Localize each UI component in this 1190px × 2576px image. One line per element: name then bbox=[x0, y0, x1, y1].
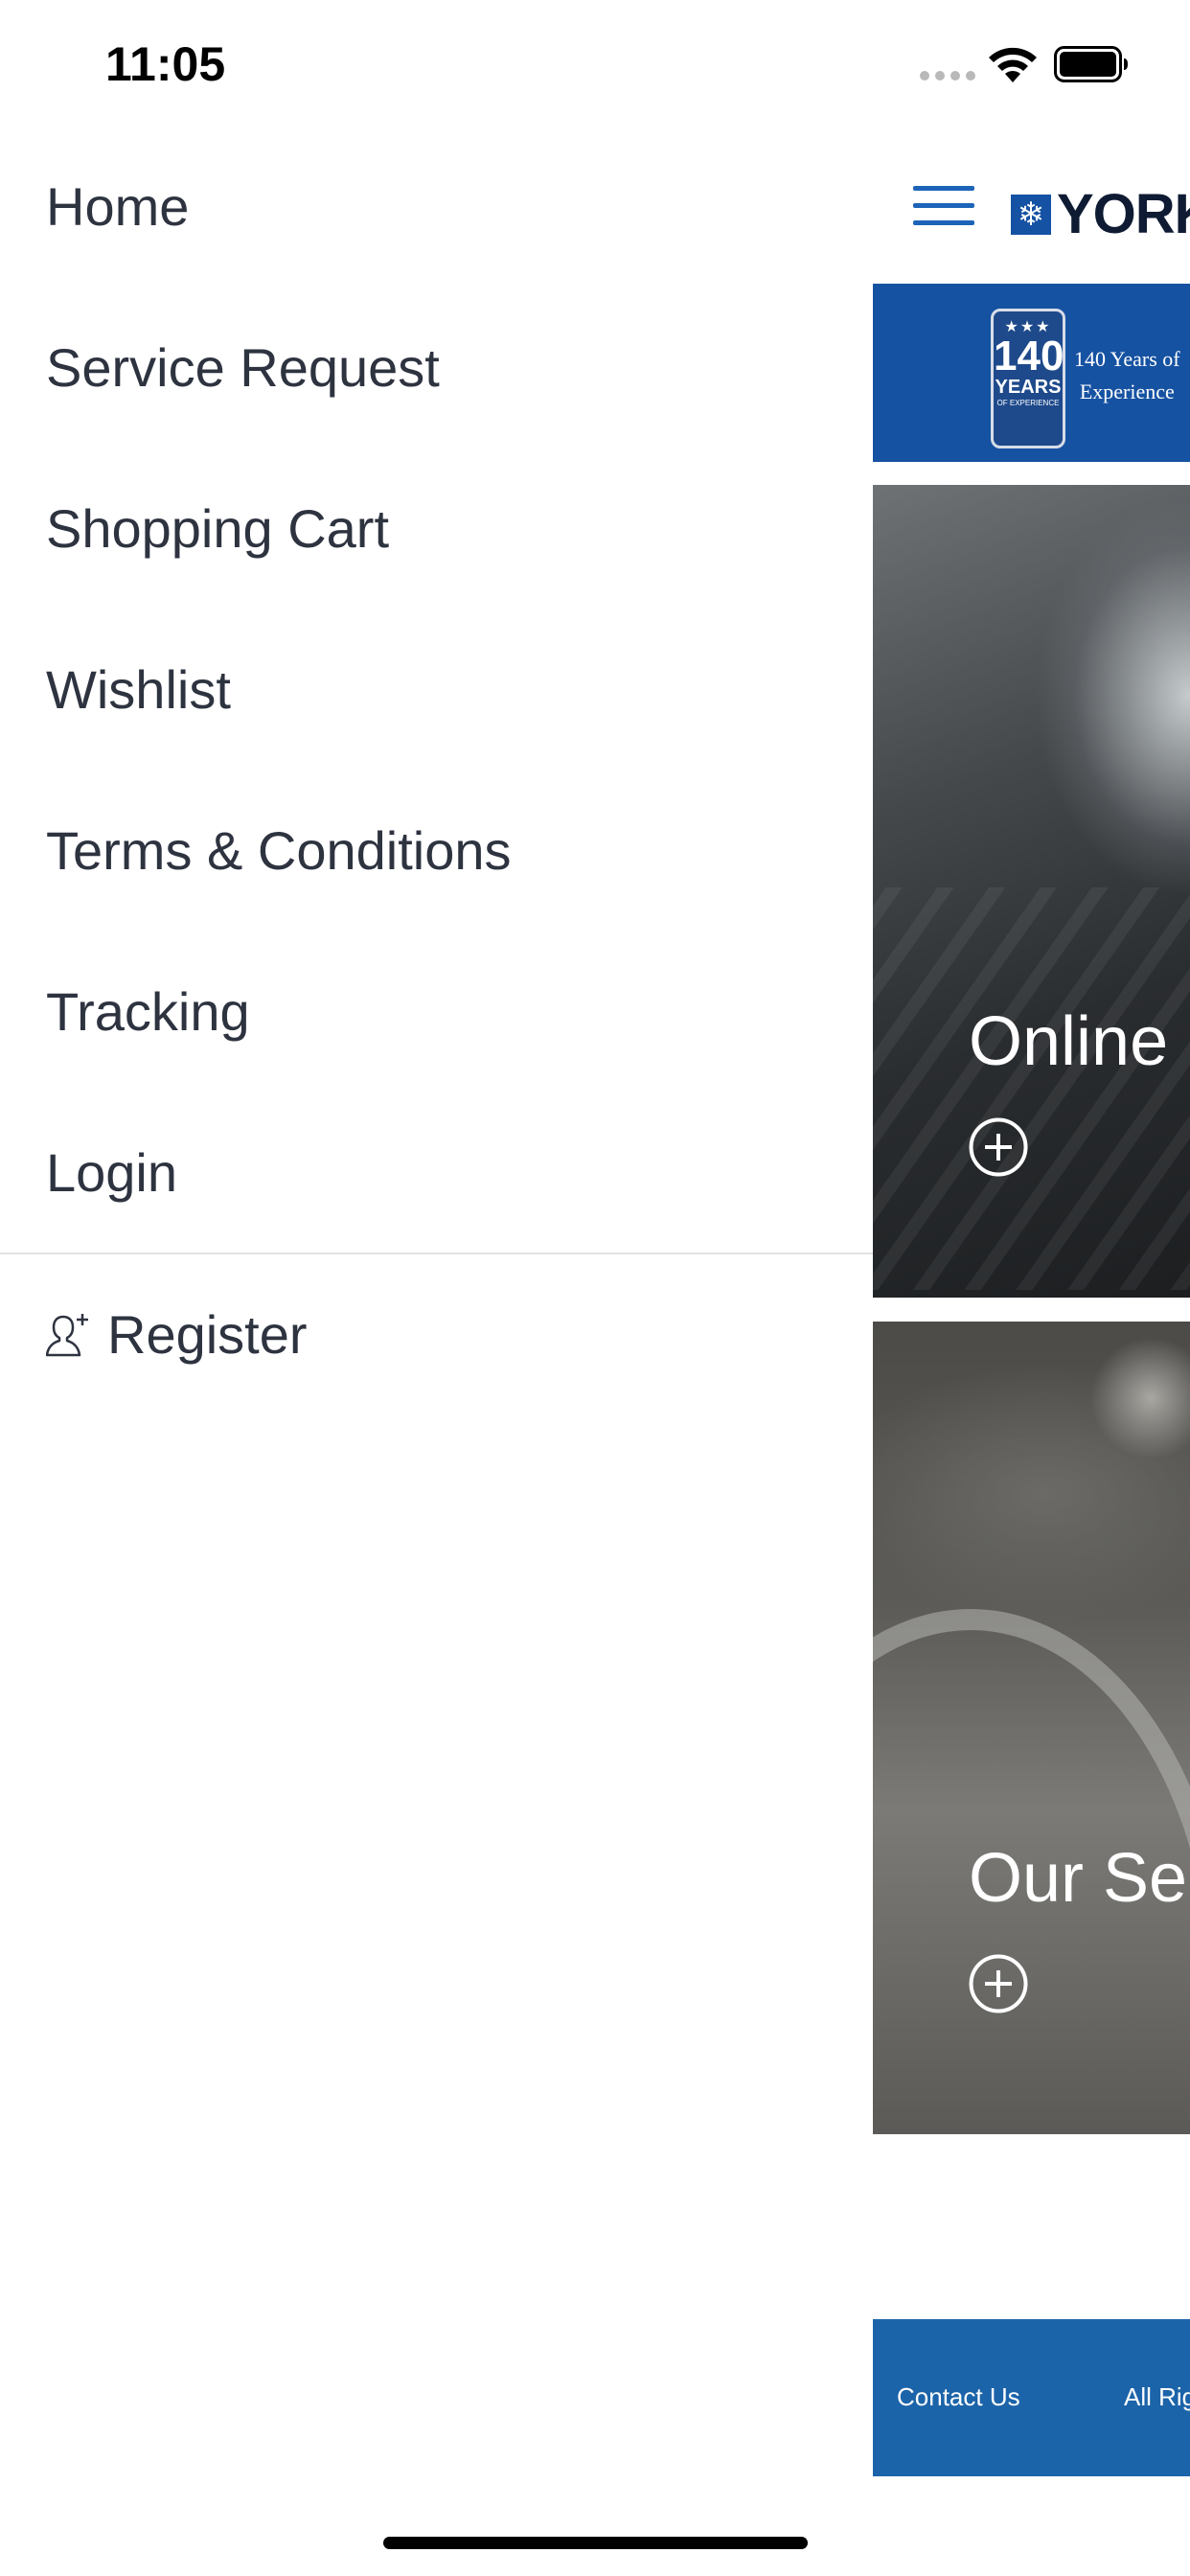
anniversary-badge: ★★★ 140 YEARS OF EXPERIENCE bbox=[991, 309, 1065, 448]
years-caption: 140 Years of Experience bbox=[1074, 347, 1180, 403]
card-title: Online bbox=[969, 1003, 1169, 1080]
menu-item-terms-conditions[interactable]: Terms & Conditions bbox=[46, 824, 512, 878]
our-services-card[interactable]: Our Se bbox=[873, 1322, 1190, 2134]
signal-dots-icon bbox=[920, 71, 975, 80]
app-content-peek[interactable]: ❄ YORK ★★★ 140 YEARS OF EXPERIENCE 140 Y… bbox=[873, 126, 1190, 2576]
register-label: Register bbox=[107, 1304, 308, 1365]
contact-us-link[interactable]: Contact Us bbox=[897, 2382, 1020, 2412]
snowflake-icon: ❄ bbox=[1011, 194, 1051, 235]
card-title: Our Se bbox=[969, 1840, 1188, 1917]
footer-bar: Contact Us All Rig bbox=[873, 2319, 1190, 2476]
wifi-icon bbox=[989, 47, 1037, 82]
menu-item-home[interactable]: Home bbox=[46, 180, 189, 234]
menu-item-shopping-cart[interactable]: Shopping Cart bbox=[46, 502, 389, 556]
plus-circle-icon[interactable] bbox=[969, 1954, 1028, 2013]
menu-item-wishlist[interactable]: Wishlist bbox=[46, 663, 231, 717]
years-banner: ★★★ 140 YEARS OF EXPERIENCE 140 Years of… bbox=[873, 284, 1190, 462]
menu-item-tracking[interactable]: Tracking bbox=[46, 985, 250, 1039]
status-bar: 11:05 bbox=[0, 0, 1190, 126]
plus-circle-icon[interactable] bbox=[969, 1117, 1028, 1177]
menu-item-login[interactable]: Login bbox=[46, 1146, 177, 1200]
hamburger-icon[interactable] bbox=[913, 186, 974, 228]
online-card[interactable]: Online bbox=[873, 485, 1190, 1298]
battery-icon bbox=[1054, 46, 1128, 82]
menu-divider bbox=[0, 1253, 873, 1254]
screen: 11:05 ❄ YORK ★★★ 14 bbox=[0, 0, 1190, 2576]
add-user-icon bbox=[46, 1314, 88, 1357]
status-time: 11:05 bbox=[105, 37, 226, 91]
york-logo: ❄ YORK bbox=[1011, 182, 1190, 246]
menu-item-service-request[interactable]: Service Request bbox=[46, 341, 440, 395]
app-header: ❄ YORK bbox=[873, 126, 1190, 284]
home-indicator[interactable] bbox=[383, 2537, 808, 2549]
navigation-drawer: Home Service Request Shopping Cart Wishl… bbox=[0, 126, 873, 2576]
york-logo-text: YORK bbox=[1057, 183, 1190, 245]
register-item[interactable]: Register bbox=[46, 1308, 308, 1362]
rights-text: All Rig bbox=[1124, 2382, 1190, 2411]
